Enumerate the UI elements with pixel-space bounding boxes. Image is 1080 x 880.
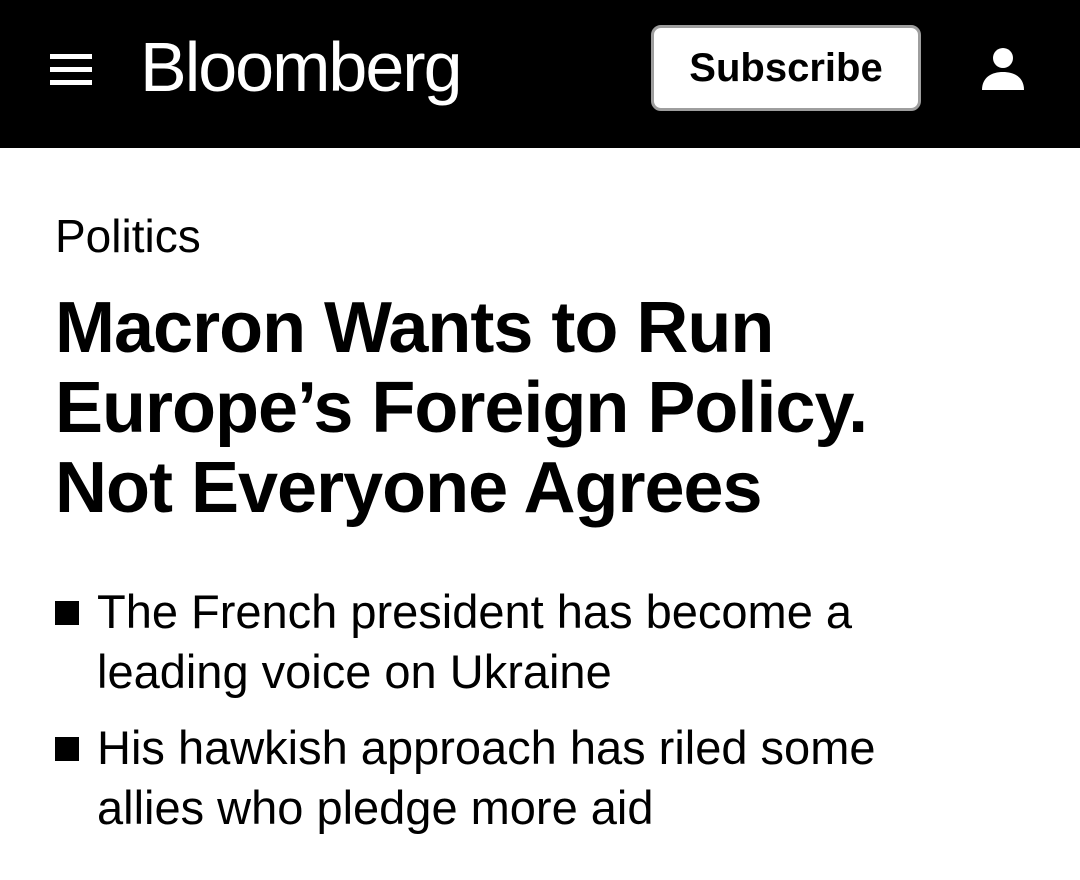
subscribe-button[interactable]: Subscribe <box>651 25 921 111</box>
summary-bullet: The French president has become a leadin… <box>55 582 975 702</box>
site-header: Bloomberg Subscribe <box>0 0 1080 148</box>
menu-icon-bar <box>50 80 92 85</box>
summary-bullets: The French president has become a leadin… <box>55 582 975 854</box>
article-headline: Macron Wants to Run Europe’s Foreign Pol… <box>55 288 868 528</box>
summary-bullet-text: His hawkish approach has riled some alli… <box>97 721 876 834</box>
menu-icon[interactable] <box>50 54 94 86</box>
brand-logo[interactable]: Bloomberg <box>140 22 463 112</box>
user-silhouette-icon <box>982 48 1024 90</box>
user-account-icon[interactable] <box>978 44 1028 94</box>
square-bullet-icon <box>55 601 79 625</box>
summary-bullet-text: The French president has become a leadin… <box>97 585 853 698</box>
menu-icon-bar <box>50 54 92 59</box>
summary-bullet: His hawkish approach has riled some alli… <box>55 718 975 838</box>
section-label[interactable]: Politics <box>55 210 201 262</box>
menu-icon-bar <box>50 67 92 72</box>
square-bullet-icon <box>55 737 79 761</box>
